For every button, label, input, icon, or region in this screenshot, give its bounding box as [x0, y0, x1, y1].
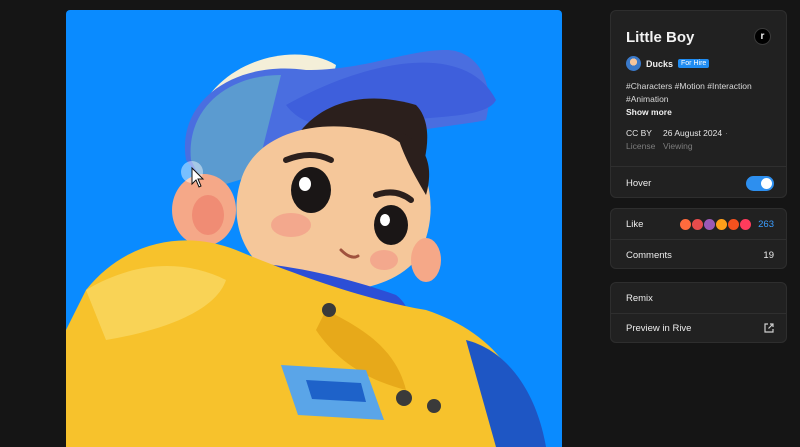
little-boy-illustration — [66, 50, 546, 447]
license-label: License — [626, 141, 656, 151]
social-panel: Like 263 Comments 19 — [610, 208, 787, 269]
page-title: Little Boy — [626, 29, 695, 46]
author-name[interactable]: Ducks — [646, 59, 673, 69]
viewing-label: Viewing — [663, 141, 693, 151]
preview-label[interactable]: Preview in Rive — [626, 323, 691, 334]
like-count: 263 — [758, 218, 774, 230]
comments-label[interactable]: Comments — [626, 250, 672, 261]
remix-label[interactable]: Remix — [626, 293, 653, 304]
for-hire-badge[interactable]: For Hire — [678, 59, 710, 68]
actions-panel: Remix Preview in Rive — [610, 282, 787, 343]
rive-logo-icon[interactable]: r — [754, 28, 771, 45]
details-panel: Little Boy r Ducks For Hire #Characters … — [610, 10, 787, 198]
like-label[interactable]: Like — [626, 219, 643, 230]
tags: #Characters #Motion #Interaction #Animat… — [626, 80, 776, 106]
comments-count: 19 — [763, 249, 774, 261]
artwork-canvas[interactable] — [66, 10, 562, 447]
show-more-link[interactable]: Show more — [626, 107, 672, 117]
like-row[interactable]: Like 263 — [626, 216, 774, 232]
license-value: CC BY — [626, 128, 652, 138]
external-link-icon[interactable] — [764, 323, 774, 333]
reactions[interactable] — [679, 217, 753, 231]
tags-line[interactable]: #Animation — [626, 93, 776, 106]
date-info: 26 August 2024 · Viewing — [663, 127, 728, 153]
divider — [611, 313, 786, 314]
tags-line[interactable]: #Characters #Motion #Interaction — [626, 80, 776, 93]
reaction-icon — [739, 217, 753, 231]
divider — [611, 166, 786, 167]
avatar[interactable] — [626, 56, 641, 71]
hover-toggle[interactable] — [746, 175, 774, 191]
hover-label: Hover — [626, 177, 652, 189]
remix-button[interactable]: Remix — [626, 290, 774, 306]
separator-dot: · — [725, 128, 728, 138]
preview-in-rive-button[interactable]: Preview in Rive — [626, 320, 774, 336]
license-info: CC BY License — [626, 127, 655, 153]
divider — [611, 239, 786, 240]
author[interactable]: Ducks For Hire — [626, 56, 710, 71]
date-value: 26 August 2024 — [663, 128, 723, 138]
comments-row[interactable]: Comments 19 — [626, 247, 774, 263]
hover-row: Hover — [626, 174, 774, 192]
